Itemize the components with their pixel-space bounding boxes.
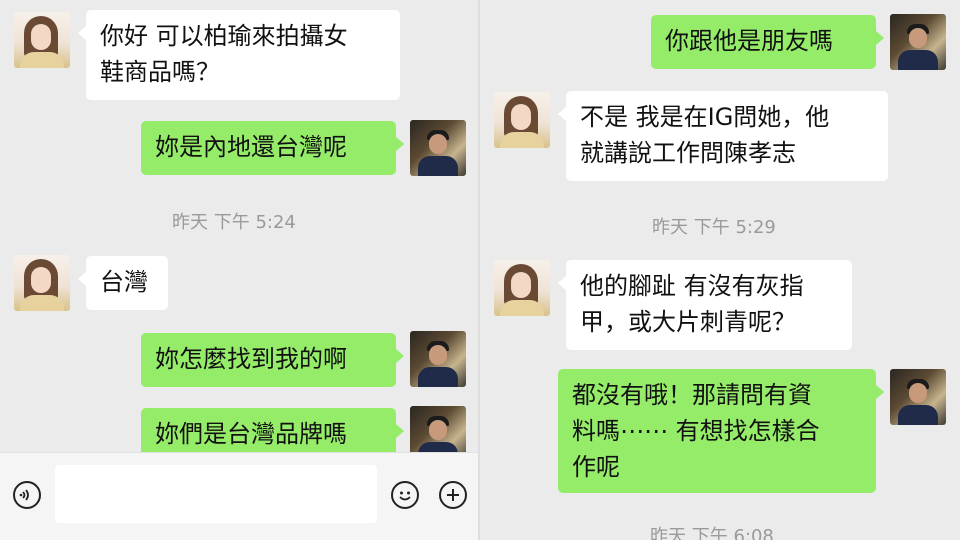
user-avatar[interactable] xyxy=(410,331,466,387)
message-outgoing[interactable]: 妳怎麼找到我的啊 xyxy=(141,333,404,387)
message-outgoing[interactable]: 你跟他是朋友嗎 xyxy=(651,15,884,69)
left-chat-panel: 你好 可以柏瑜來拍攝女 鞋商品嗎？ 妳是內地還台灣呢 昨天 下午 5:24 台灣… xyxy=(0,0,480,540)
contact-avatar[interactable] xyxy=(14,12,70,68)
message-incoming[interactable]: 台灣 xyxy=(78,256,168,310)
timestamp: 昨天 下午 5:24 xyxy=(172,212,296,233)
contact-avatar[interactable] xyxy=(494,260,550,316)
timestamp: 昨天 下午 6:08 xyxy=(650,526,774,540)
message-incoming[interactable]: 你好 可以柏瑜來拍攝女 鞋商品嗎？ xyxy=(78,10,400,100)
emoji-icon[interactable] xyxy=(391,481,419,509)
message-input[interactable] xyxy=(55,465,377,523)
user-avatar[interactable] xyxy=(410,120,466,176)
timestamp: 昨天 下午 5:29 xyxy=(652,217,776,238)
contact-avatar[interactable] xyxy=(494,92,550,148)
message-incoming[interactable]: 他的腳趾 有沒有灰指 甲，或大片刺青呢？ xyxy=(558,260,852,350)
user-avatar[interactable] xyxy=(890,369,946,425)
input-bar xyxy=(0,452,478,540)
right-chat-panel: 你跟他是朋友嗎 不是 我是在IG問她，他 就講說工作問陳孝志 昨天 下午 5:2… xyxy=(480,0,960,540)
message-outgoing[interactable]: 都沒有哦！那請問有資 料嗎⋯⋯ 有想找怎樣合 作呢 xyxy=(558,369,884,493)
contact-avatar[interactable] xyxy=(14,255,70,311)
plus-icon[interactable] xyxy=(439,481,467,509)
message-outgoing[interactable]: 妳是內地還台灣呢 xyxy=(141,121,404,175)
voice-icon[interactable] xyxy=(13,481,41,509)
user-avatar[interactable] xyxy=(890,14,946,70)
message-incoming[interactable]: 不是 我是在IG問她，他 就講說工作問陳孝志 xyxy=(558,91,888,181)
